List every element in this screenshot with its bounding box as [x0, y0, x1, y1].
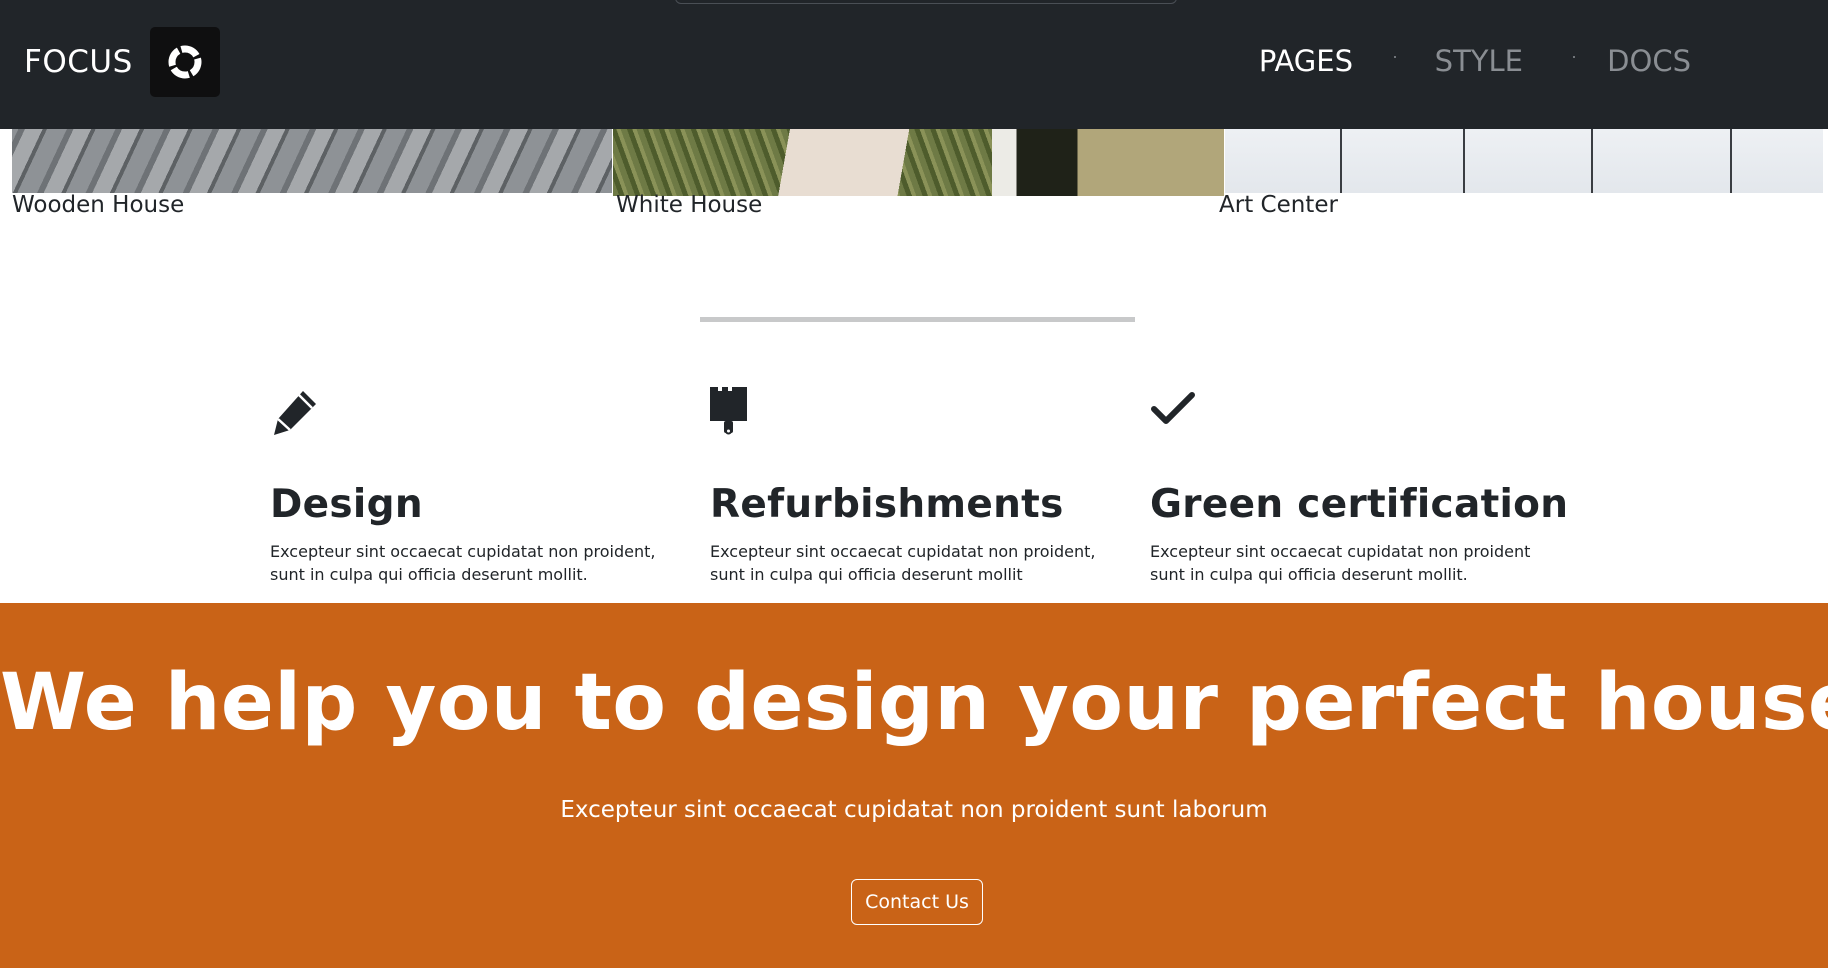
top-edge-field — [675, 0, 1177, 4]
feature-title: Design — [270, 482, 423, 527]
contact-us-button[interactable]: Contact Us — [851, 879, 983, 925]
nav-style[interactable]: STYLE — [1435, 44, 1523, 78]
nav-docs[interactable]: DOCS — [1607, 44, 1691, 78]
feature-refurbishments: Refurbishments Excepteur sint occaecat c… — [710, 385, 1140, 584]
cta-title: We help you to design your perfect house — [0, 658, 1828, 748]
feature-description: Excepteur sint occaecat cupidatat non pr… — [1150, 542, 1531, 584]
feature-description: Excepteur sint occaecat cupidatat non pr… — [270, 542, 656, 584]
feature-description: Excepteur sint occaecat cupidatat non pr… — [710, 542, 1096, 584]
wooden-house-caption: Wooden House — [12, 192, 185, 218]
section-divider — [700, 317, 1135, 322]
brand-link[interactable]: FOCUS — [24, 27, 220, 97]
pencil-icon — [274, 391, 316, 435]
logo-icon — [149, 27, 220, 97]
nav-pages[interactable]: PAGES — [1259, 44, 1353, 78]
feature-title: Refurbishments — [710, 482, 1064, 527]
nav-separator — [1394, 56, 1396, 58]
brand-name: FOCUS — [24, 44, 133, 80]
cta-subtitle: Excepteur sint occaecat cupidatat non pr… — [560, 797, 1268, 823]
cta-section: We help you to design your perfect house… — [0, 603, 1828, 968]
navbar: FOCUS PAGES STYLE DOCS — [0, 0, 1828, 129]
nav-separator — [1573, 56, 1575, 58]
checkmark-icon — [1151, 392, 1195, 424]
paint-brush-icon — [710, 387, 747, 435]
feature-title: Green certification — [1150, 482, 1569, 527]
art-center-caption: Art Center — [1219, 192, 1338, 218]
feature-design: Design Excepteur sint occaecat cupidatat… — [270, 385, 700, 584]
feature-green-certification: Green certification Excepteur sint occae… — [1150, 385, 1580, 584]
white-house-caption: White House — [616, 192, 763, 218]
